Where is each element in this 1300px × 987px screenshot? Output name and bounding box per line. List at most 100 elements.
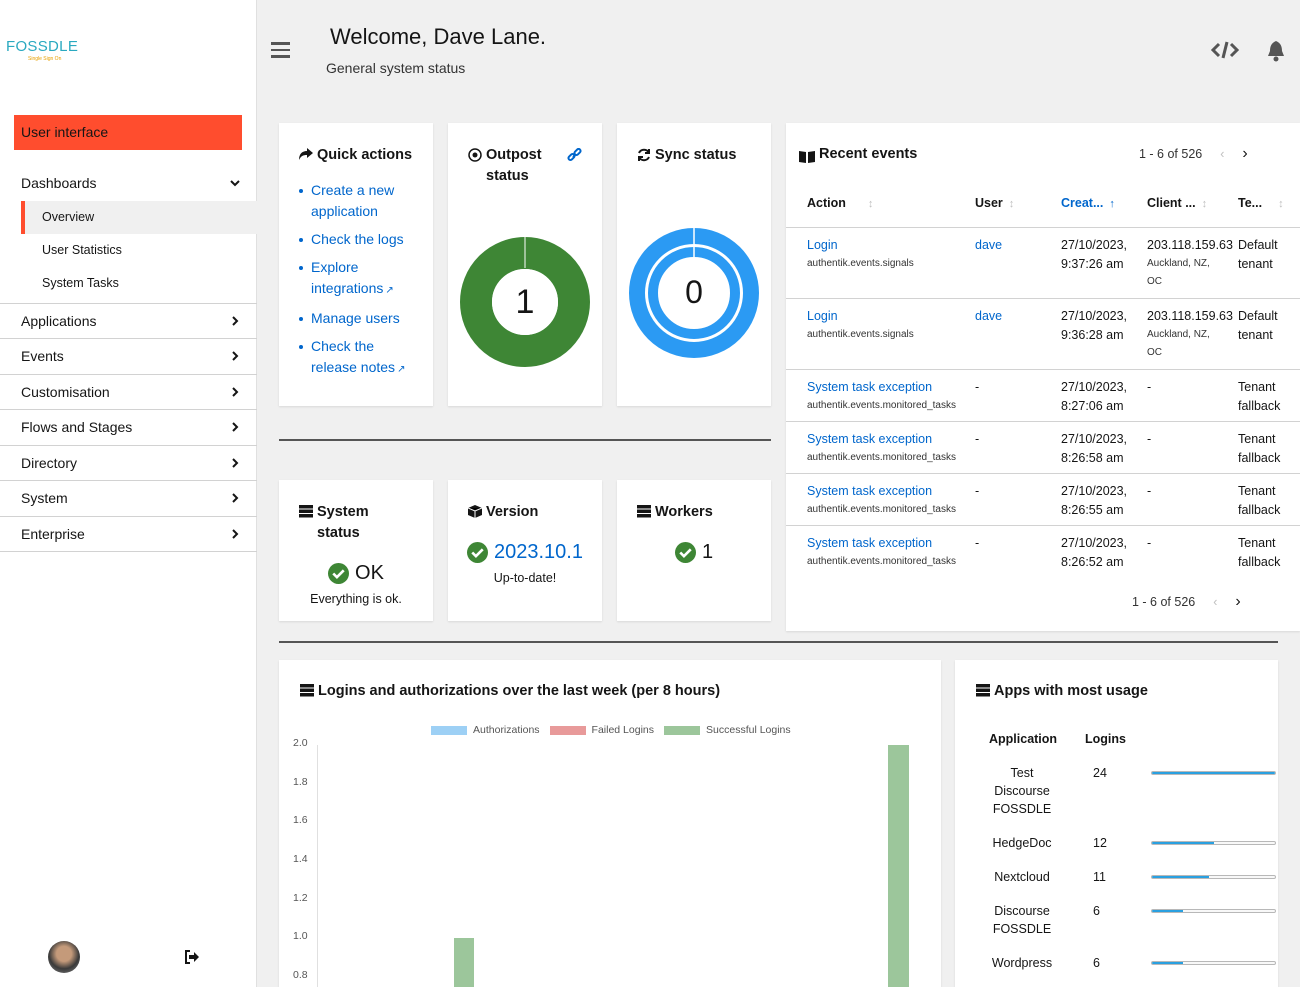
logo-subtitle: Single Sign On bbox=[28, 56, 62, 62]
link-icon[interactable] bbox=[567, 148, 582, 163]
nav-customisation[interactable]: Customisation bbox=[0, 375, 257, 410]
event-geo-continent: OC bbox=[1147, 275, 1162, 287]
event-tenant-name: tenant bbox=[1238, 256, 1273, 271]
prev-page-icon[interactable]: ‹ bbox=[1220, 147, 1224, 161]
check-circle-icon bbox=[467, 542, 488, 563]
logout-icon[interactable] bbox=[184, 950, 200, 964]
link-create-application[interactable]: Create a new application bbox=[299, 180, 413, 222]
menu-toggle-icon[interactable] bbox=[271, 42, 290, 58]
usage-bar-fill bbox=[1152, 876, 1209, 878]
col-application: Application bbox=[989, 732, 1058, 746]
system-status-value: OK bbox=[355, 562, 384, 584]
usage-bar bbox=[1151, 771, 1276, 775]
event-user[interactable]: dave bbox=[975, 238, 1002, 252]
api-drawer-icon[interactable] bbox=[1210, 40, 1240, 60]
legend-failed-logins[interactable]: Failed Logins bbox=[592, 724, 654, 736]
y-tick-label: 1.4 bbox=[293, 853, 308, 865]
bar-successful-logins[interactable] bbox=[454, 938, 474, 987]
version-card: Version 2023.10.1 Up-to-date! bbox=[448, 480, 602, 621]
workers-title: Workers bbox=[655, 504, 713, 520]
nav-item-system-tasks[interactable]: System Tasks bbox=[0, 267, 257, 300]
event-action-link[interactable]: System task exception bbox=[807, 432, 932, 446]
recent-events-card: Recent events 1 - 6 of 526 ‹ › Action ↕ U… bbox=[786, 123, 1300, 631]
server-icon bbox=[300, 684, 314, 697]
system-status-detail: Everything is ok. bbox=[310, 592, 402, 606]
link-manage-users[interactable]: Manage users bbox=[299, 308, 413, 329]
event-action-link[interactable]: System task exception bbox=[807, 536, 932, 550]
usage-bar-fill bbox=[1152, 910, 1183, 912]
y-tick-label: 1.8 bbox=[293, 776, 308, 788]
sync-value: 0 bbox=[685, 274, 703, 310]
event-action-link[interactable]: Login bbox=[807, 238, 838, 252]
app-name: Wordpress bbox=[991, 956, 1053, 970]
nav-events[interactable]: Events bbox=[0, 339, 257, 375]
event-date: 27/10/2023, bbox=[1061, 535, 1128, 550]
col-created[interactable]: Creat... ↑ bbox=[1061, 193, 1147, 213]
list-item: Wordpress 6 bbox=[989, 954, 1185, 987]
share-icon bbox=[299, 148, 313, 160]
event-date: 27/10/2023, bbox=[1061, 237, 1128, 252]
server-icon bbox=[976, 684, 990, 697]
link-check-logs[interactable]: Check the logs bbox=[299, 229, 413, 250]
usage-bar bbox=[1151, 841, 1276, 845]
nav-enterprise-label: Enterprise bbox=[21, 525, 85, 542]
col-tenant[interactable]: Te... ↕ bbox=[1238, 193, 1300, 213]
table-row: Login authentik.events.signals dave 27/10/2… bbox=[786, 226, 1300, 298]
event-user[interactable]: dave bbox=[975, 309, 1002, 323]
avatar[interactable] bbox=[48, 941, 80, 973]
nav-dashboards[interactable]: Dashboards bbox=[0, 165, 257, 201]
pagination-label: 1 - 6 of 526 bbox=[1132, 595, 1196, 609]
event-action-link[interactable]: Login bbox=[807, 309, 838, 323]
col-action[interactable]: Action ↕ bbox=[786, 193, 975, 213]
bar-successful-logins[interactable] bbox=[888, 745, 909, 987]
legend-authorizations[interactable]: Authorizations bbox=[473, 724, 540, 736]
event-tenant: Default bbox=[1238, 308, 1278, 323]
nav-flows-label: Flows and Stages bbox=[21, 419, 133, 436]
link-release-notes[interactable]: Check the release notes ↗ bbox=[299, 336, 413, 380]
usage-bar bbox=[1151, 961, 1276, 965]
nav-system[interactable]: System bbox=[0, 481, 257, 517]
link-check-logs-label: Check the logs bbox=[311, 231, 404, 247]
notification-bell-icon[interactable] bbox=[1266, 40, 1286, 62]
external-link-icon: ↗ bbox=[385, 285, 394, 296]
nav-enterprise[interactable]: Enterprise bbox=[0, 517, 257, 552]
app-name: HedgeDoc bbox=[992, 836, 1052, 850]
chart-legend: Authorizations Failed Logins Successful … bbox=[431, 724, 791, 736]
outpost-icon bbox=[468, 148, 482, 162]
nav-applications[interactable]: Applications bbox=[0, 304, 257, 339]
page-title: Welcome, Dave Lane. bbox=[330, 24, 547, 49]
event-client-ip: - bbox=[1147, 535, 1152, 550]
nav-item-overview[interactable]: Overview bbox=[21, 200, 257, 234]
y-tick-label: 1.6 bbox=[293, 814, 308, 826]
y-tick-label: 1.0 bbox=[293, 930, 308, 942]
server-icon bbox=[299, 505, 313, 518]
nav-directory[interactable]: Directory bbox=[0, 446, 257, 481]
event-client-ip: - bbox=[1147, 483, 1152, 498]
next-page-icon[interactable]: › bbox=[1235, 593, 1240, 611]
table-row: Login authentik.events.signals dave 27/10/2… bbox=[786, 297, 1300, 369]
col-client[interactable]: Client ... ↕ bbox=[1147, 193, 1238, 213]
sort-icon: ↕ bbox=[1278, 198, 1284, 210]
link-explore-integrations[interactable]: Explore integrations ↗ bbox=[299, 257, 413, 301]
event-user: - bbox=[975, 379, 980, 394]
link-create-application-label: Create a new application bbox=[311, 182, 395, 219]
brand-logo[interactable]: FOSSDLE Single Sign On bbox=[6, 38, 78, 64]
y-tick-label: 2.0 bbox=[293, 737, 308, 749]
next-page-icon[interactable]: › bbox=[1242, 145, 1247, 163]
version-title: Version bbox=[486, 504, 539, 520]
nav-flows-and-stages[interactable]: Flows and Stages bbox=[0, 410, 257, 446]
version-value[interactable]: 2023.10.1 bbox=[494, 541, 583, 564]
event-action-link[interactable]: System task exception bbox=[807, 484, 932, 498]
app-logins: 6 bbox=[1093, 904, 1100, 918]
list-item: Nextcloud 11 bbox=[989, 868, 1185, 902]
event-client-ip: 203.118.159.63 bbox=[1147, 237, 1233, 252]
link-explore-integrations-label: Explore integrations bbox=[311, 259, 384, 296]
user-interface-button[interactable]: User interface bbox=[14, 115, 242, 150]
col-user[interactable]: User ↕ bbox=[975, 193, 1061, 213]
event-action-link[interactable]: System task exception bbox=[807, 380, 932, 394]
event-tenant: Tenant bbox=[1238, 535, 1276, 550]
nav-item-user-statistics[interactable]: User Statistics bbox=[0, 234, 257, 267]
prev-page-icon[interactable]: ‹ bbox=[1213, 595, 1217, 609]
legend-successful-logins[interactable]: Successful Logins bbox=[706, 724, 791, 736]
chevron-right-icon bbox=[229, 314, 243, 328]
